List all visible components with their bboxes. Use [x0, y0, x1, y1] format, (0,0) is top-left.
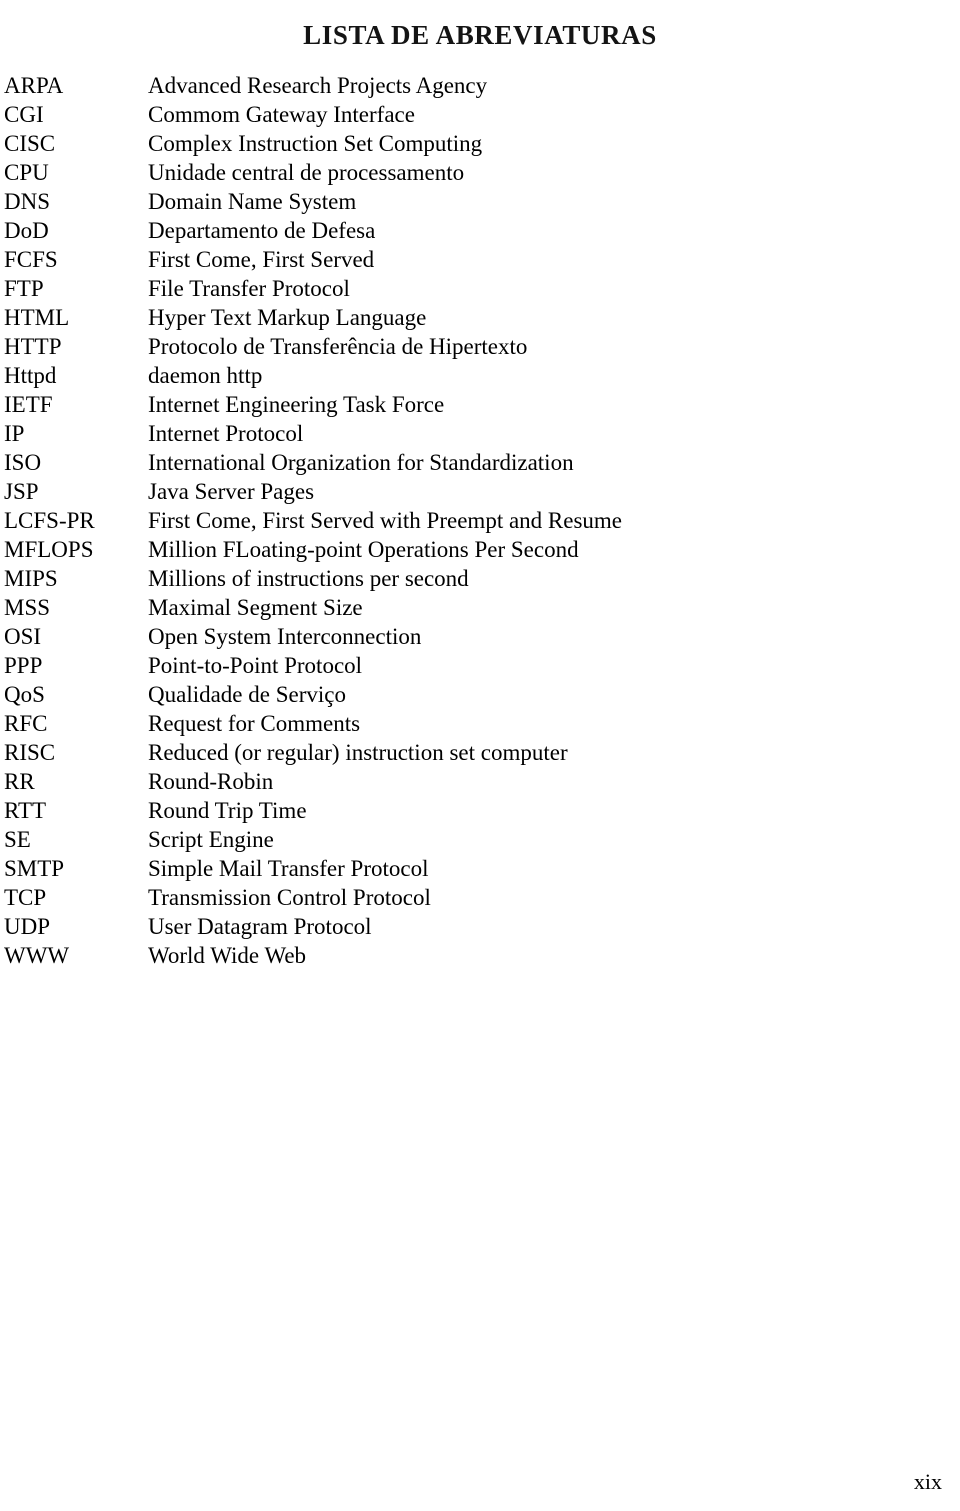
abbreviation-row: QoS Qualidade de Serviço	[0, 680, 960, 709]
abbreviation-row: RR Round-Robin	[0, 767, 960, 796]
abbreviation-term: CISC	[4, 131, 56, 156]
abbreviation-definition: Complex Instruction Set Computing	[148, 131, 483, 156]
abbreviation-term: RTT	[4, 798, 47, 823]
abbreviation-row: FTP File Transfer Protocol	[0, 274, 960, 303]
abbreviation-row: CPU Unidade central de processamento	[0, 158, 960, 187]
abbreviation-row: HTTP Protocolo de Transferência de Hipert…	[0, 332, 960, 361]
abbreviation-row: RFC Request for Comments	[0, 709, 960, 738]
abbreviation-definition: World Wide Web	[148, 943, 307, 968]
abbreviation-definition: User Datagram Protocol	[148, 914, 372, 939]
abbreviation-definition: Hyper Text Markup Language	[148, 305, 427, 330]
abbreviation-row: RTT Round Trip Time	[0, 796, 960, 825]
abbreviation-row: RISC Reduced (or regular) instruction set…	[0, 738, 960, 767]
abbreviation-term: ARPA	[4, 73, 64, 98]
abbreviation-row: MIPS Millions of instructions per second	[0, 564, 960, 593]
abbreviation-definition: Millions of instructions per second	[148, 566, 469, 591]
abbreviation-row: IP Internet Protocol	[0, 419, 960, 448]
abbreviation-definition: First Come, First Served with Preempt an…	[148, 508, 623, 533]
abbreviation-definition: File Transfer Protocol	[148, 276, 350, 301]
abbreviation-definition: Round-Robin	[148, 769, 274, 794]
abbreviation-definition: Qualidade de Serviço	[148, 682, 346, 707]
abbreviation-term: FCFS	[4, 247, 58, 272]
abbreviation-row: MSS Maximal Segment Size	[0, 593, 960, 622]
abbreviation-row: SE Script Engine	[0, 825, 960, 854]
abbreviation-term: HTTP	[4, 334, 62, 359]
abbreviation-definition: daemon http	[148, 363, 263, 388]
abbreviation-term: MIPS	[4, 566, 58, 591]
abbreviation-definition: Round Trip Time	[148, 798, 307, 823]
abbreviation-row: CISC Complex Instruction Set Computing	[0, 129, 960, 158]
abbreviation-definition: Unidade central de processamento	[148, 160, 465, 185]
abbreviation-definition: Million FLoating-point Operations Per Se…	[148, 537, 579, 562]
abbreviation-row: DNS Domain Name System	[0, 187, 960, 216]
abbreviation-term: HTML	[4, 305, 70, 330]
abbreviation-definition: Script Engine	[148, 827, 274, 852]
abbreviation-term: LCFS-PR	[4, 508, 95, 533]
abbreviation-definition: Reduced (or regular) instruction set com…	[148, 740, 568, 765]
abbreviation-term: CGI	[4, 102, 44, 127]
abbreviation-definition: First Come, First Served	[148, 247, 375, 272]
abbreviation-term: DoD	[4, 218, 49, 243]
abbreviation-row: OSI Open System Interconnection	[0, 622, 960, 651]
abbreviation-row: ARPA Advanced Research Projects Agency	[0, 71, 960, 100]
abbreviation-definition: International Organization for Standardi…	[148, 450, 574, 475]
abbreviation-row: HTML Hyper Text Markup Language	[0, 303, 960, 332]
abbreviation-term: RFC	[4, 711, 48, 736]
abbreviation-definition: Request for Comments	[148, 711, 361, 736]
abbreviation-term: JSP	[4, 479, 39, 504]
document-page: LISTA DE ABREVIATURAS ARPA Advanced Resea…	[0, 0, 960, 1511]
abbreviation-definition: Advanced Research Projects Agency	[148, 73, 488, 98]
abbreviation-definition: Commom Gateway Interface	[148, 102, 415, 127]
abbreviation-row: PPP Point-to-Point Protocol	[0, 651, 960, 680]
abbreviation-row: TCP Transmission Control Protocol	[0, 883, 960, 912]
page-title: LISTA DE ABREVIATURAS	[303, 20, 657, 51]
abbreviation-term: MFLOPS	[4, 537, 94, 562]
abbreviation-row: MFLOPS Million FLoating-point Operations …	[0, 535, 960, 564]
abbreviation-definition: Java Server Pages	[148, 479, 315, 504]
abbreviation-list: ARPA Advanced Research Projects Agency CGI…	[0, 71, 960, 970]
abbreviation-row: FCFS First Come, First Served	[0, 245, 960, 274]
abbreviation-definition: Protocolo de Transferência de Hipertexto	[148, 334, 528, 359]
abbreviation-term: TCP	[4, 885, 47, 910]
abbreviation-term: DNS	[4, 189, 51, 214]
abbreviation-row: UDP User Datagram Protocol	[0, 912, 960, 941]
abbreviation-term: RISC	[4, 740, 56, 765]
abbreviation-term: CPU	[4, 160, 49, 185]
abbreviation-term: WWW	[4, 943, 70, 968]
abbreviation-term: MSS	[4, 595, 51, 620]
abbreviation-definition: Transmission Control Protocol	[148, 885, 431, 910]
abbreviation-term: OSI	[4, 624, 42, 649]
abbreviation-definition: Departamento de Defesa	[148, 218, 376, 243]
abbreviation-term: Httpd	[4, 363, 57, 388]
abbreviation-term: FTP	[4, 276, 44, 301]
abbreviation-row: JSP Java Server Pages	[0, 477, 960, 506]
abbreviation-term: IP	[4, 421, 25, 446]
abbreviation-definition: Domain Name System	[148, 189, 357, 214]
abbreviation-row: ISO International Organization for Standa…	[0, 448, 960, 477]
abbreviation-row: CGI Commom Gateway Interface	[0, 100, 960, 129]
abbreviation-definition: Internet Protocol	[148, 421, 304, 446]
abbreviation-definition: Point-to-Point Protocol	[148, 653, 363, 678]
abbreviation-row: SMTP Simple Mail Transfer Protocol	[0, 854, 960, 883]
abbreviation-definition: Open System Interconnection	[148, 624, 422, 649]
abbreviation-row: DoD Departamento de Defesa	[0, 216, 960, 245]
abbreviation-definition: Simple Mail Transfer Protocol	[148, 856, 429, 881]
abbreviation-term: SE	[4, 827, 31, 852]
abbreviation-term: RR	[4, 769, 35, 794]
abbreviation-term: IETF	[4, 392, 53, 417]
abbreviation-term: QoS	[4, 682, 45, 707]
abbreviation-definition: Maximal Segment Size	[148, 595, 363, 620]
abbreviation-row: Httpd daemon http	[0, 361, 960, 390]
abbreviation-term: UDP	[4, 914, 51, 939]
abbreviation-term: ISO	[4, 450, 42, 475]
abbreviation-definition: Internet Engineering Task Force	[148, 392, 445, 417]
abbreviation-row: IETF Internet Engineering Task Force	[0, 390, 960, 419]
abbreviation-term: PPP	[4, 653, 43, 678]
abbreviation-row: WWW World Wide Web	[0, 941, 960, 970]
abbreviation-row: LCFS-PR First Come, First Served with Pre…	[0, 506, 960, 535]
page-number: xix	[913, 1469, 942, 1494]
abbreviation-term: SMTP	[4, 856, 65, 881]
